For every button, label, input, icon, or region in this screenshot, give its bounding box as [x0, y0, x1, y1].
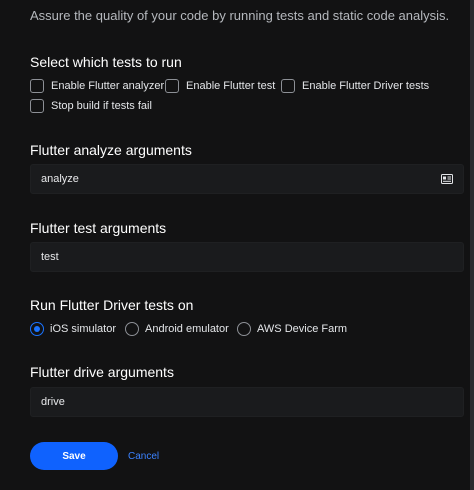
enable-flutter-test-checkbox[interactable]: Enable Flutter test [165, 79, 275, 93]
tests-section-title: Select which tests to run [30, 54, 182, 70]
analyze-arguments-title: Flutter analyze arguments [30, 142, 192, 158]
checkbox-box[interactable] [281, 79, 295, 93]
save-button[interactable]: Save [30, 442, 118, 470]
radio-dot[interactable] [30, 322, 44, 336]
enable-flutter-analyzer-checkbox[interactable]: Enable Flutter analyzer [30, 79, 164, 93]
intro-text: Assure the quality of your code by runni… [30, 8, 450, 23]
card-icon[interactable] [441, 174, 453, 184]
enable-flutter-driver-tests-checkbox[interactable]: Enable Flutter Driver tests [281, 79, 429, 93]
test-arguments-value: test [41, 251, 59, 263]
checkbox-box[interactable] [165, 79, 179, 93]
stop-build-checkbox[interactable]: Stop build if tests fail [30, 99, 152, 113]
test-arguments-title: Flutter test arguments [30, 220, 167, 236]
radio-ios-simulator[interactable]: iOS simulator [30, 322, 116, 336]
checkbox-box[interactable] [30, 99, 44, 113]
checkbox-box[interactable] [30, 79, 44, 93]
checkbox-label: Enable Flutter analyzer [51, 80, 165, 92]
settings-panel: Assure the quality of your code by runni… [0, 0, 474, 490]
test-arguments-input[interactable]: test [30, 242, 464, 272]
drive-arguments-value: drive [41, 396, 65, 408]
radio-label: iOS simulator [50, 323, 117, 335]
checkbox-label: Stop build if tests fail [51, 100, 152, 112]
driver-target-title: Run Flutter Driver tests on [30, 297, 194, 313]
cancel-button[interactable]: Cancel [128, 451, 159, 462]
radio-dot[interactable] [237, 322, 251, 336]
radio-aws-device-farm[interactable]: AWS Device Farm [237, 322, 347, 336]
panel-edge-divider [470, 0, 474, 490]
radio-dot[interactable] [125, 322, 139, 336]
radio-label: AWS Device Farm [257, 323, 348, 335]
radio-android-emulator[interactable]: Android emulator [125, 322, 229, 336]
analyze-arguments-value: analyze [41, 173, 79, 185]
radio-label: Android emulator [145, 323, 229, 335]
drive-arguments-input[interactable]: drive [30, 387, 464, 417]
drive-arguments-title: Flutter drive arguments [30, 364, 174, 380]
checkbox-label: Enable Flutter Driver tests [302, 80, 430, 92]
checkbox-label: Enable Flutter test [186, 80, 276, 92]
analyze-arguments-input[interactable]: analyze [30, 164, 464, 194]
